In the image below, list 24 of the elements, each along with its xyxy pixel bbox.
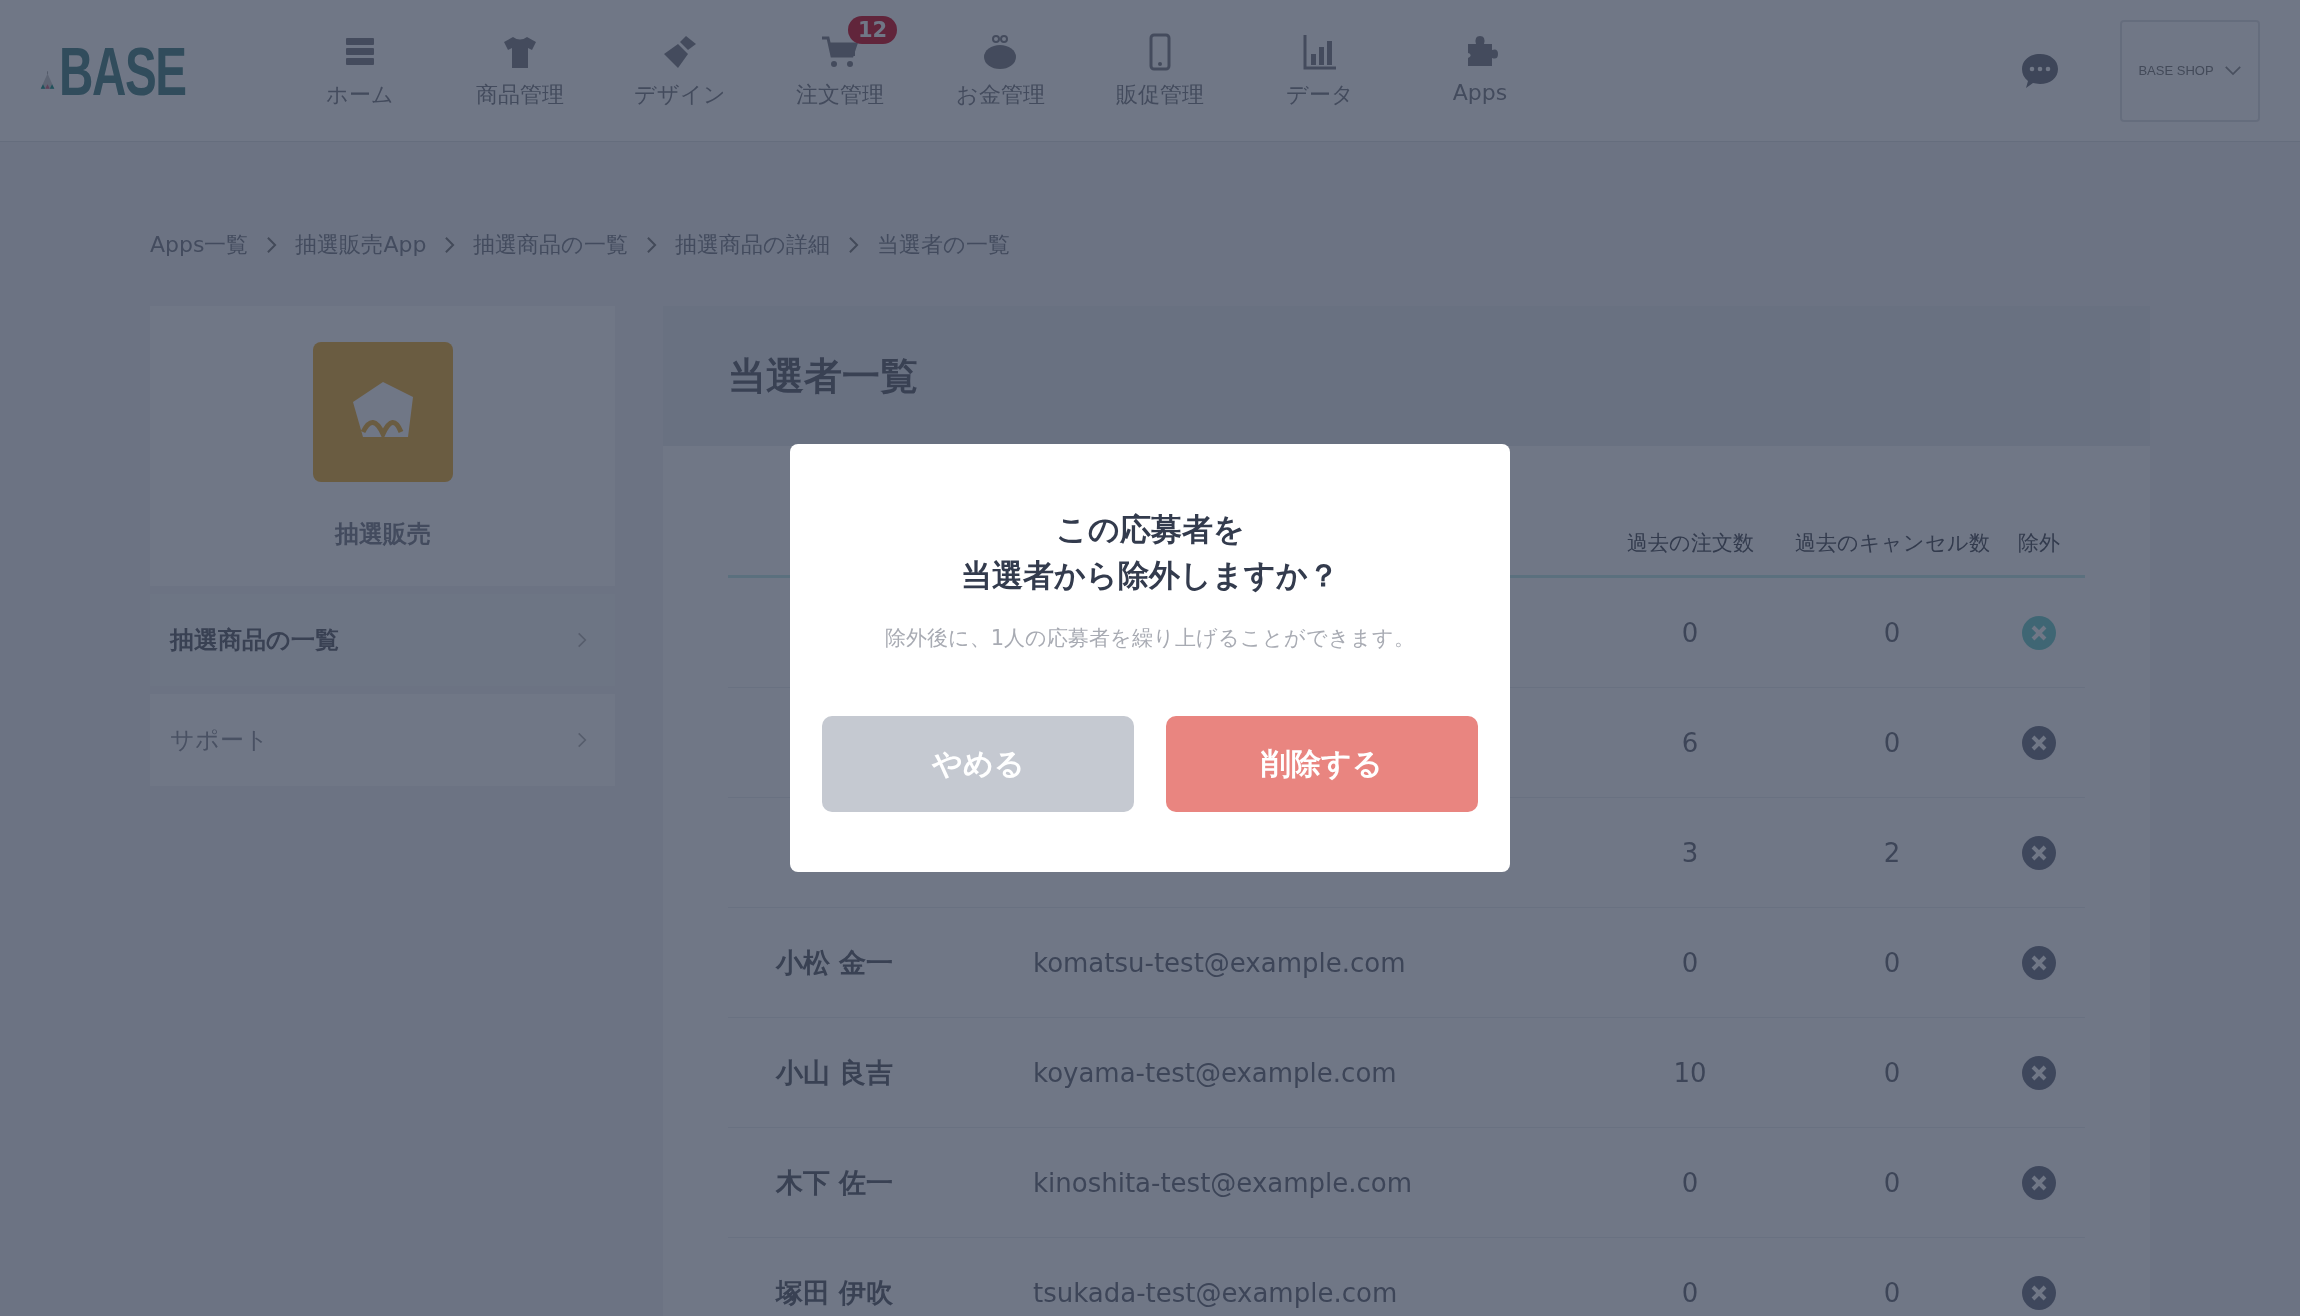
- remove-icon[interactable]: [2022, 725, 2056, 760]
- dialog-title: この応募者を 当選者から除外しますか？: [961, 510, 1339, 595]
- remove-icon[interactable]: [2022, 1055, 2056, 1090]
- remove-icon[interactable]: [2022, 945, 2056, 980]
- chevron-right-icon: [577, 631, 587, 649]
- chevron-right-icon: [444, 236, 456, 254]
- count-badge: 12: [848, 15, 898, 44]
- column-header: 過去の注文数: [1626, 531, 1754, 555]
- chevron-right-icon: [577, 731, 587, 749]
- remove-icon[interactable]: [2022, 835, 2056, 870]
- app-icon: [312, 342, 453, 482]
- remove-icon[interactable]: [2022, 1165, 2056, 1200]
- delete-button[interactable]: 削除する: [1166, 716, 1478, 812]
- chevron-right-icon: [646, 236, 658, 254]
- remove-icon[interactable]: [2022, 1275, 2056, 1310]
- dialog-message: 除外後に、1人の応募者を繰り上げることができます。: [884, 625, 1416, 652]
- caret-icon: [2223, 65, 2242, 76]
- chevron-right-icon: [266, 236, 278, 254]
- logo[interactable]: BASE: [40, 36, 240, 105]
- cancel-button[interactable]: やめる: [822, 716, 1134, 812]
- column-header: 過去のキャンセル数: [1794, 531, 1990, 555]
- remove-icon[interactable]: [2022, 615, 2056, 650]
- column-header: 除外: [2018, 531, 2060, 555]
- chevron-right-icon: [848, 236, 860, 254]
